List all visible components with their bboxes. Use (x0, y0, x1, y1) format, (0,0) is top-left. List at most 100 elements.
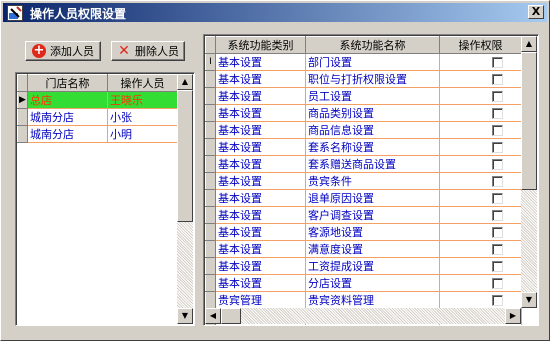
store-cell[interactable]: 城南分店 (27, 125, 108, 143)
table-row[interactable]: 基本设置 分店设置 (205, 274, 522, 292)
category-cell[interactable]: 基本设置 (215, 138, 306, 156)
category-cell[interactable]: 基本设置 (215, 172, 306, 190)
permission-checkbox[interactable] (492, 295, 503, 306)
permission-checkbox[interactable] (492, 91, 503, 102)
scroll-down-button[interactable]: ▼ (521, 292, 537, 308)
table-row[interactable]: 基本设置 职位与打折权限设置 (205, 70, 522, 88)
permission-cell[interactable] (439, 53, 522, 71)
category-cell[interactable]: 基本设置 (215, 155, 306, 173)
column-header-category[interactable]: 系统功能类别 (215, 36, 306, 54)
category-cell[interactable]: 基本设置 (215, 274, 306, 292)
title-bar[interactable]: 操作人员权限设置 X (3, 3, 547, 22)
operator-cell[interactable]: 小明 (107, 125, 178, 143)
function-name-cell[interactable]: 退单原因设置 (305, 189, 440, 207)
table-row[interactable]: 基本设置 商品信息设置 (205, 121, 522, 139)
permission-grid[interactable]: 系统功能类别 系统功能名称 操作权限 I 基本设置 部门设置 基本设置 职位与打折权限设… (203, 34, 539, 326)
staff-vertical-scrollbar[interactable]: ▲ ▼ (177, 74, 193, 324)
add-staff-button[interactable]: + 添加人员 (25, 41, 101, 61)
function-name-cell[interactable]: 推荐人管理 (306, 326, 440, 327)
function-name-cell[interactable]: 职位与打折权限设置 (305, 70, 440, 88)
store-cell[interactable]: 城南分店 (27, 108, 108, 126)
table-row[interactable]: 基本设置 套系名称设置 (205, 138, 522, 156)
table-row[interactable]: 基本设置 贵宾条件 (205, 172, 522, 190)
column-header-permission[interactable]: 操作权限 (439, 36, 522, 54)
permission-cell[interactable] (439, 155, 522, 173)
table-row[interactable]: 基本设置 工资提成设置 (205, 257, 522, 275)
scroll-left-button[interactable]: ◀ (205, 308, 221, 324)
category-cell[interactable]: 基本设置 (215, 121, 306, 139)
category-cell[interactable]: 基本设置 (215, 53, 306, 71)
function-name-cell[interactable]: 分店设置 (305, 274, 440, 292)
category-cell[interactable]: 基本设置 (215, 257, 306, 275)
scroll-thumb[interactable] (521, 52, 537, 190)
permission-cell[interactable] (439, 104, 522, 122)
scroll-down-button[interactable]: ▼ (177, 308, 193, 324)
permission-cell[interactable] (439, 138, 522, 156)
table-row[interactable]: 基本设置 满意度设置 (205, 240, 522, 258)
permission-cell[interactable] (439, 274, 522, 292)
permission-checkbox[interactable] (492, 108, 503, 119)
permission-cell[interactable] (439, 257, 522, 275)
operator-cell[interactable]: 王晓乐 (107, 91, 178, 109)
scroll-right-button[interactable]: ▶ (505, 308, 521, 324)
column-header-function[interactable]: 系统功能名称 (305, 36, 440, 54)
scroll-thumb[interactable] (177, 90, 193, 222)
permission-checkbox[interactable] (492, 57, 503, 68)
category-cell[interactable]: 基本设置 (215, 240, 306, 258)
scroll-up-button[interactable]: ▲ (521, 36, 537, 52)
permission-checkbox[interactable] (492, 125, 503, 136)
table-row[interactable]: 城南分店 小明 (17, 125, 178, 143)
table-row[interactable]: 基本设置 套系赠送商品设置 (205, 155, 522, 173)
permission-cell[interactable] (439, 206, 522, 224)
table-row[interactable]: 基本设置 商品类别设置 (205, 104, 522, 122)
function-name-cell[interactable]: 商品类别设置 (305, 104, 440, 122)
permission-checkbox[interactable] (492, 227, 503, 238)
delete-staff-button[interactable]: ✕ 删除人员 (111, 41, 185, 61)
table-row[interactable]: 基本设置 客户调查设置 (205, 206, 522, 224)
category-cell[interactable]: 基本设置 (215, 206, 306, 224)
function-name-cell[interactable]: 套系名称设置 (305, 138, 440, 156)
category-cell[interactable]: 基本设置 (215, 189, 306, 207)
function-name-cell[interactable]: 满意度设置 (305, 240, 440, 258)
function-name-cell[interactable]: 商品信息设置 (305, 121, 440, 139)
permission-checkbox[interactable] (492, 159, 503, 170)
permission-cell[interactable] (439, 172, 522, 190)
function-name-cell[interactable]: 部门设置 (305, 53, 440, 71)
permission-cell[interactable] (439, 87, 522, 105)
table-row[interactable]: 贵宾管理推荐人管理 (206, 326, 522, 327)
category-cell[interactable]: 基本设置 (215, 87, 306, 105)
permission-cell[interactable] (439, 291, 522, 309)
permission-checkbox[interactable] (492, 278, 503, 289)
staff-grid[interactable]: 门店名称 操作人员 ▶ 总店 王晓乐 城南分店 小张 城南分店 小明 ▲ ▼ (15, 72, 195, 326)
function-name-cell[interactable]: 客户调查设置 (305, 206, 440, 224)
permission-checkbox[interactable] (492, 142, 503, 153)
function-name-cell[interactable]: 员工设置 (305, 87, 440, 105)
permission-cell[interactable] (439, 70, 522, 88)
permission-cell[interactable] (439, 240, 522, 258)
column-header-store[interactable]: 门店名称 (27, 74, 108, 92)
permission-vertical-scrollbar[interactable]: ▲ ▼ (521, 36, 537, 308)
function-name-cell[interactable]: 客源地设置 (305, 223, 440, 241)
function-name-cell[interactable]: 工资提成设置 (305, 257, 440, 275)
scroll-thumb[interactable] (221, 308, 241, 324)
permission-checkbox[interactable] (492, 193, 503, 204)
store-cell[interactable]: 总店 (27, 91, 108, 109)
permission-cell[interactable] (439, 223, 522, 241)
function-name-cell[interactable]: 贵宾资料管理 (305, 291, 440, 309)
function-name-cell[interactable]: 贵宾条件 (305, 172, 440, 190)
permission-checkbox[interactable] (492, 176, 503, 187)
permission-cell[interactable] (440, 326, 522, 327)
operator-cell[interactable]: 小张 (107, 108, 178, 126)
scroll-up-button[interactable]: ▲ (177, 74, 193, 90)
table-row[interactable]: 基本设置 客源地设置 (205, 223, 522, 241)
permission-checkbox[interactable] (492, 210, 503, 221)
function-name-cell[interactable]: 套系赠送商品设置 (305, 155, 440, 173)
table-row[interactable]: 城南分店 小张 (17, 108, 178, 126)
table-row[interactable]: 基本设置 退单原因设置 (205, 189, 522, 207)
table-row[interactable]: I 基本设置 部门设置 (205, 53, 522, 71)
permission-checkbox[interactable] (492, 244, 503, 255)
permission-cell[interactable] (439, 189, 522, 207)
permission-checkbox[interactable] (492, 261, 503, 272)
close-button[interactable]: X (528, 5, 544, 19)
permission-cell[interactable] (439, 121, 522, 139)
